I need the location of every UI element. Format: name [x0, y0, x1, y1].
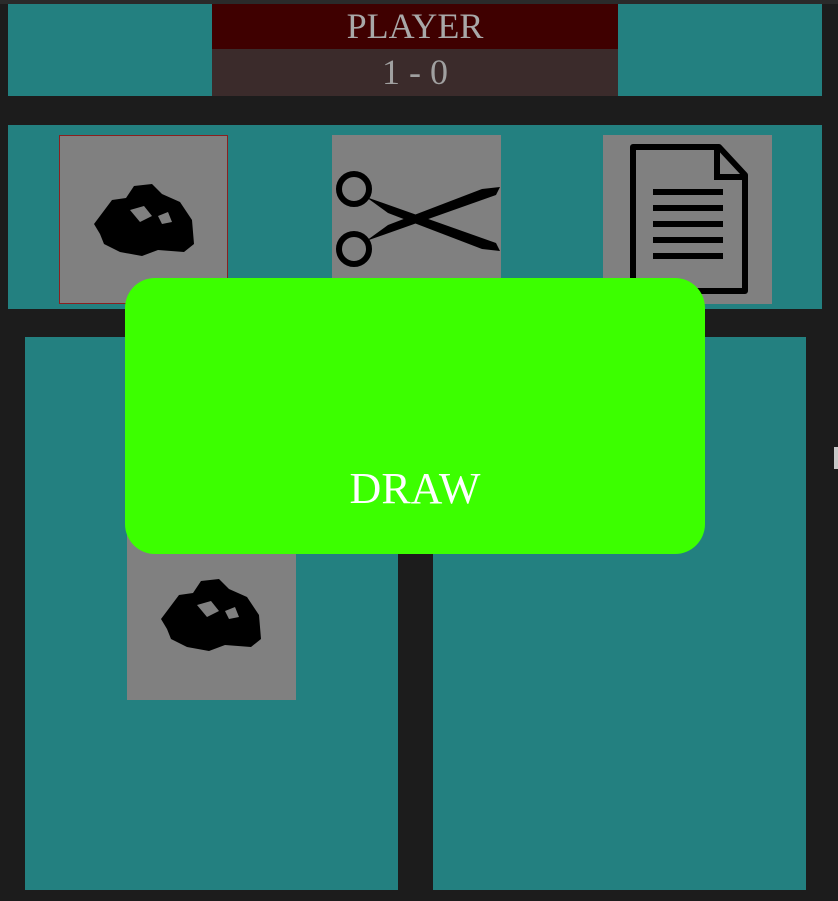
player-played-card	[127, 531, 296, 700]
scoreboard-header: PLAYER 1 - 0	[8, 4, 822, 96]
score-display: 1 - 0	[212, 49, 618, 96]
game-window: PLAYER 1 - 0 DRAW	[0, 0, 838, 901]
player-label: PLAYER	[212, 4, 618, 49]
player-scoreboard: PLAYER 1 - 0	[212, 4, 618, 96]
scrollbar-handle[interactable]	[834, 447, 838, 469]
result-text: DRAW	[349, 464, 481, 513]
rock-icon	[161, 579, 261, 651]
result-modal[interactable]: DRAW	[125, 278, 705, 554]
